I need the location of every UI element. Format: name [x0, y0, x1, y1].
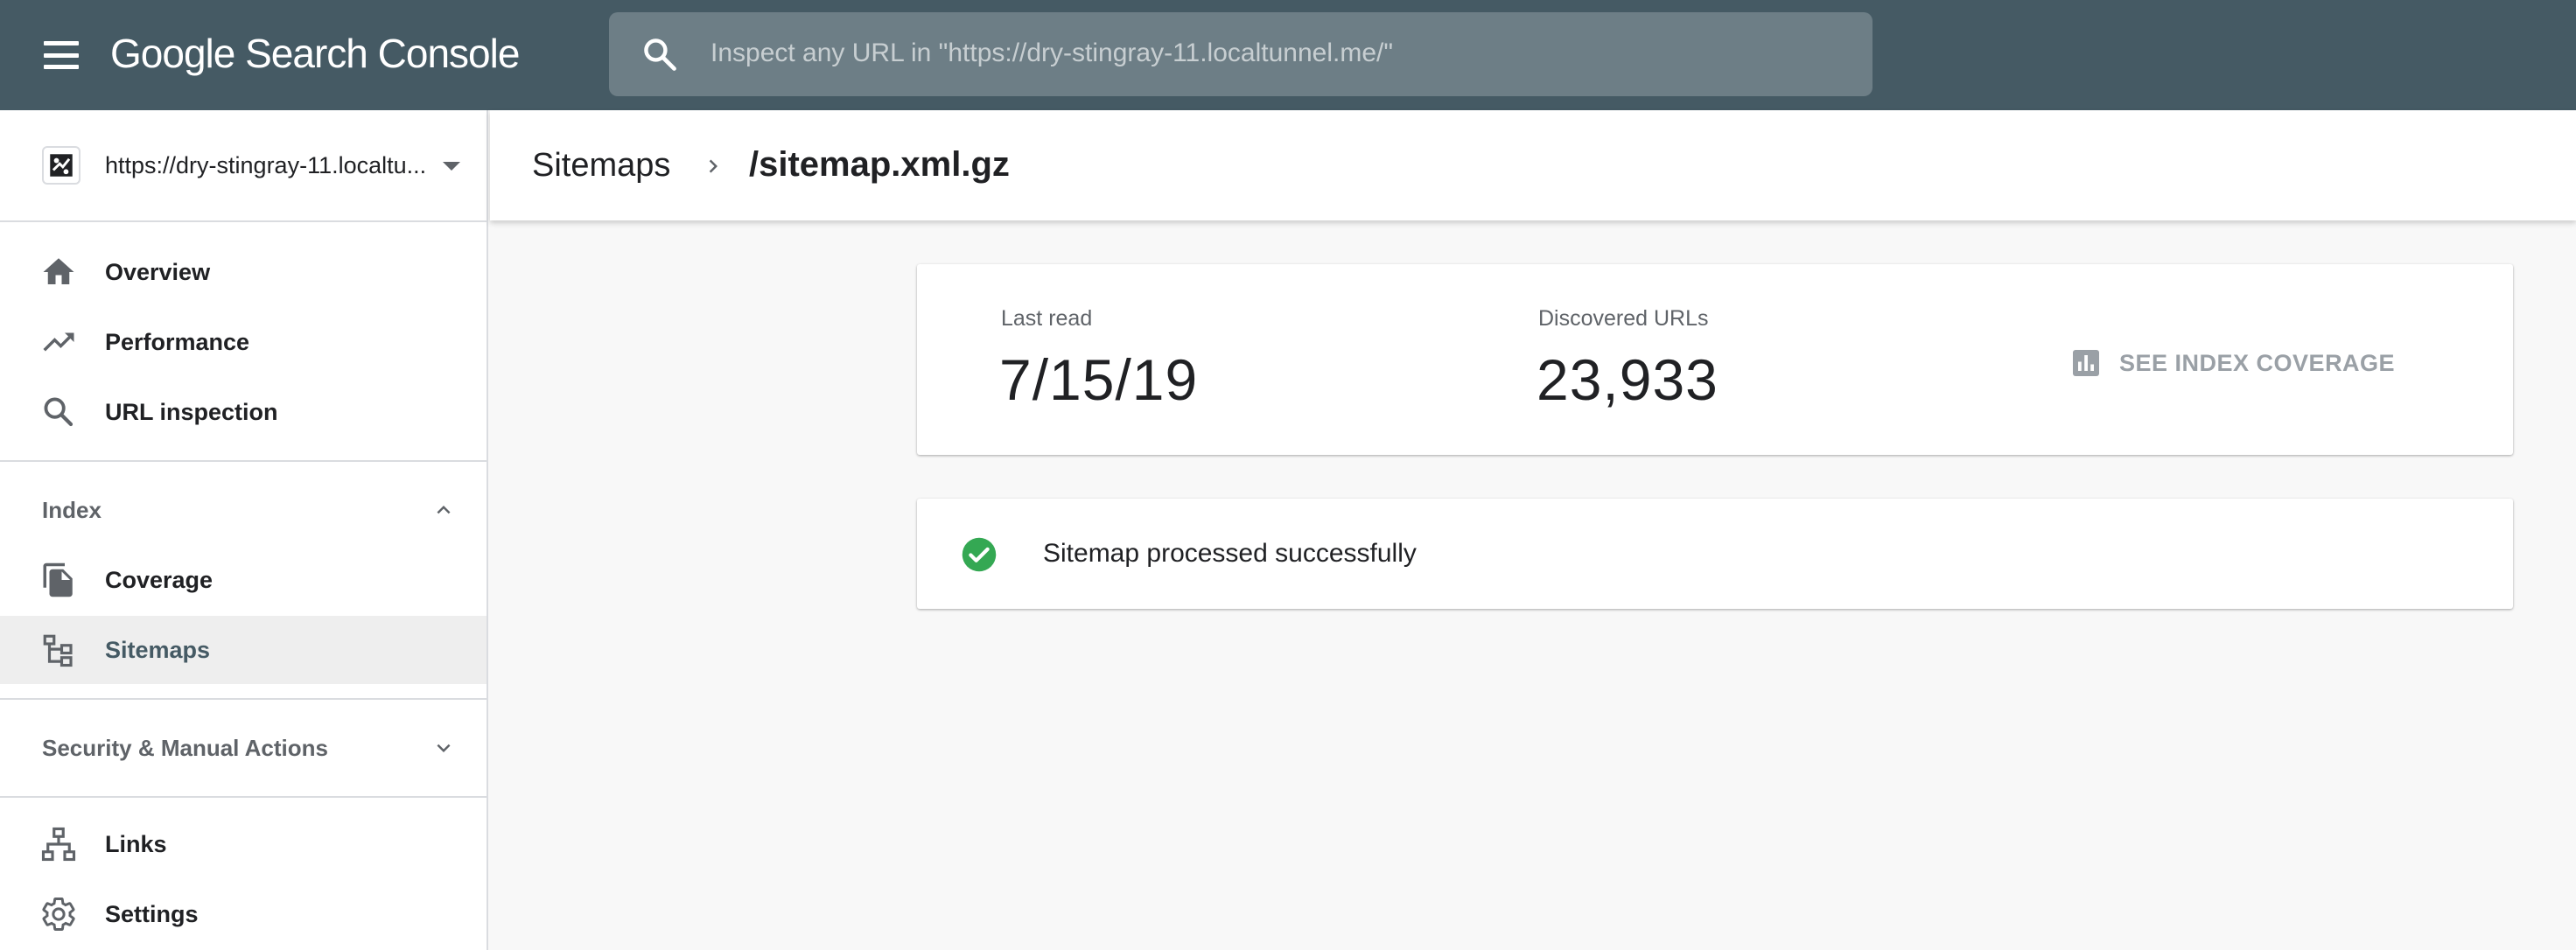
url-inspect-search-input[interactable]: Inspect any URL in "https://dry-stingray… — [609, 12, 1872, 96]
see-index-coverage-button[interactable]: SEE INDEX COVERAGE — [2070, 343, 2420, 383]
check-circle-icon — [962, 537, 997, 572]
search-icon — [44, 397, 74, 427]
sidebar-item-coverage[interactable]: Coverage — [0, 546, 486, 614]
discovered-urls-value: 23,933 — [1536, 347, 1718, 412]
sidebar-item-settings[interactable]: Settings — [0, 880, 486, 948]
property-selector[interactable]: https://dry-stingray-11.localtu... — [0, 110, 486, 222]
sidebar-item-label: Coverage — [105, 567, 214, 593]
sitemap-icon — [43, 634, 73, 667]
chevron-right-icon — [709, 159, 718, 173]
sitemap-status-card: Sitemap processed successfully — [917, 499, 2513, 609]
dropdown-caret-icon — [443, 162, 460, 171]
sidebar-item-label: Links — [105, 831, 167, 857]
see-index-coverage-label: SEE INDEX COVERAGE — [2119, 349, 2396, 376]
sidebar-item-url-inspection[interactable]: URL inspection — [0, 378, 486, 446]
sidebar-divider — [0, 796, 486, 798]
home-icon — [43, 258, 74, 284]
sidebar-item-sitemaps[interactable]: Sitemaps — [0, 616, 486, 684]
discovered-urls-label: Discovered URLs — [1538, 306, 1709, 331]
status-message: Sitemap processed successfully — [1043, 539, 1417, 568]
last-read-value: 7/15/19 — [999, 347, 1199, 412]
section-label: Index — [42, 497, 102, 523]
sidebar-item-label: Settings — [105, 901, 199, 927]
search-icon — [644, 38, 676, 71]
gear-icon — [42, 898, 75, 932]
page-header: Sitemaps /sitemap.xml.gz — [490, 110, 2576, 220]
sidebar-item-label: Performance — [105, 329, 250, 355]
search-placeholder: Inspect any URL in "https://dry-stingray… — [710, 38, 1393, 67]
page-title: /sitemap.xml.gz — [749, 145, 1010, 184]
sidebar-item-label: URL inspection — [105, 399, 278, 425]
property-url: https://dry-stingray-11.localtu... — [105, 152, 427, 178]
app-title[interactable]: Google Search Console — [110, 30, 520, 77]
sidebar-item-label: Sitemaps — [105, 637, 211, 663]
last-read-label: Last read — [1001, 306, 1093, 331]
breadcrumb-sitemaps[interactable]: Sitemaps — [532, 147, 670, 185]
links-icon — [41, 827, 76, 862]
file-copy-icon — [43, 562, 73, 597]
section-header-index[interactable]: Index — [0, 478, 486, 541]
sidebar-divider — [0, 460, 486, 462]
section-header-security[interactable]: Security & Manual Actions — [0, 716, 486, 779]
chevron-down-icon — [437, 744, 451, 752]
hamburger-menu-icon[interactable] — [40, 38, 82, 73]
trending-up-icon — [43, 332, 74, 352]
section-label: Security & Manual Actions — [42, 735, 328, 761]
sidebar-item-overview[interactable]: Overview — [0, 238, 486, 306]
property-icon — [42, 146, 80, 185]
sidebar: https://dry-stingray-11.localtu... Overv… — [0, 110, 488, 950]
sidebar-item-links[interactable]: Links — [0, 810, 486, 878]
bar-chart-icon — [2073, 350, 2099, 376]
sidebar-item-performance[interactable]: Performance — [0, 308, 486, 376]
sitemap-stats-card: Last read 7/15/19 Discovered URLs 23,933… — [917, 264, 2513, 455]
sidebar-item-label: Overview — [105, 259, 211, 285]
chevron-up-icon — [437, 506, 451, 514]
top-app-bar: Google Search Console Inspect any URL in… — [0, 0, 2576, 110]
sidebar-divider — [0, 698, 486, 700]
